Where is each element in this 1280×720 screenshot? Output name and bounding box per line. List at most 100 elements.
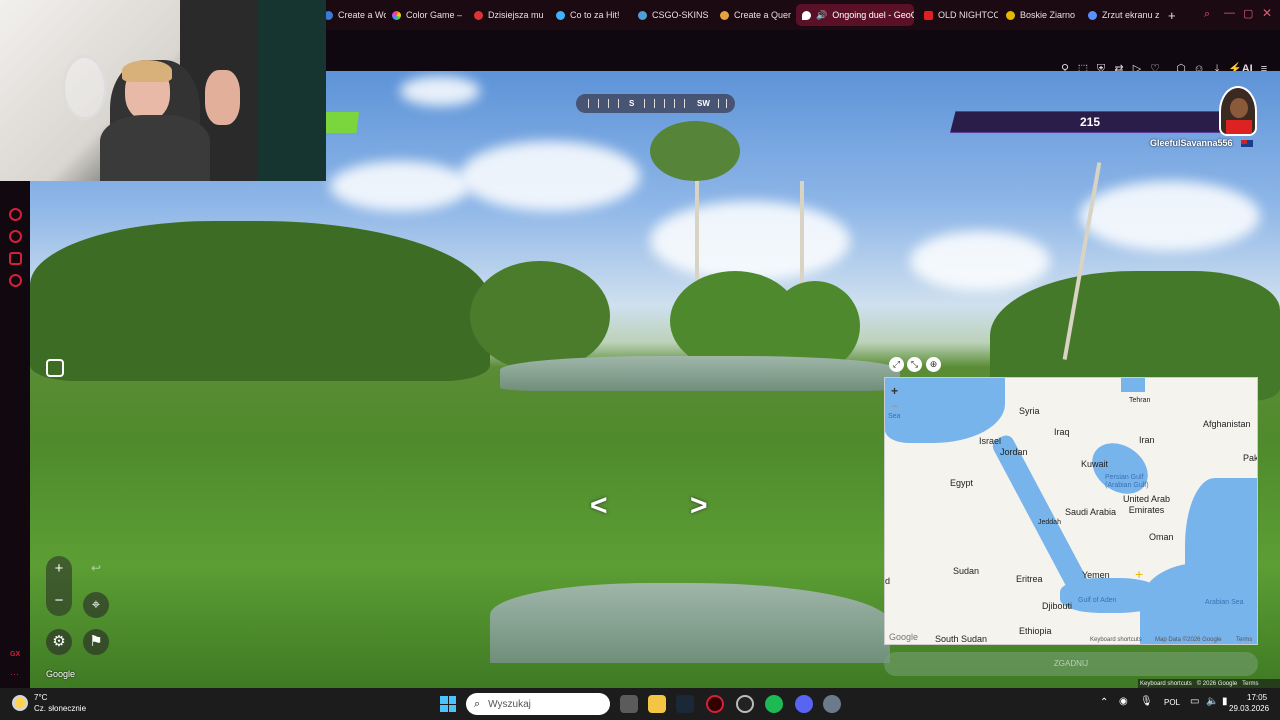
map-expand-icon[interactable]: ⤢ xyxy=(889,357,904,372)
copyright-text: © 2026 Google xyxy=(1196,680,1238,687)
weather-icon[interactable] xyxy=(12,695,28,711)
gx-logo-icon[interactable]: GX xyxy=(10,651,20,658)
map-label-saudi-arabia: Saudi Arabia xyxy=(1065,507,1117,517)
tab-label: Ongoing duel - GeoG xyxy=(832,10,914,20)
search-icon: ⌕ xyxy=(474,697,481,710)
map-pin-icon[interactable]: ⊕ xyxy=(926,357,941,372)
cloud xyxy=(650,201,850,281)
map-zoom-in-button[interactable]: + xyxy=(891,384,898,398)
tab[interactable]: Boskie Ziarno xyxy=(1000,4,1080,26)
compass-southwest: SW xyxy=(697,99,710,108)
person-shirt xyxy=(100,115,210,181)
tab[interactable]: Create a Quer xyxy=(714,4,794,26)
taskbar-search[interactable]: ⌕ Wyszukaj xyxy=(466,693,610,715)
map-label-jeddah: Jeddah xyxy=(1038,519,1061,526)
map-zoom-out-button[interactable]: − xyxy=(891,399,898,413)
tab-favicon-icon xyxy=(474,10,483,20)
flag-checkpoint-icon[interactable]: ⚑ xyxy=(83,629,109,655)
tab-label: Dzisiejsza mu xyxy=(488,10,544,20)
terms-link[interactable]: Terms xyxy=(1242,681,1258,687)
task-view-icon[interactable] xyxy=(620,695,638,713)
map-shrink-icon[interactable]: ⤡ xyxy=(907,357,922,372)
copy-location-icon[interactable] xyxy=(46,359,64,377)
tab-favicon-icon xyxy=(802,10,811,20)
speaker-icon: 🔊 xyxy=(816,9,828,20)
settings-app-icon[interactable] xyxy=(823,695,841,713)
network-icon[interactable]: ▭ xyxy=(1190,696,1199,707)
microphone-icon[interactable]: 🎙 xyxy=(1140,696,1153,707)
spotify-icon[interactable] xyxy=(765,695,783,713)
tab-favicon-icon xyxy=(392,10,401,20)
map-label-afghanistan: Afghanistan xyxy=(1203,419,1251,429)
tree xyxy=(470,261,610,371)
settings-gear-icon[interactable]: ⚙ xyxy=(46,629,72,655)
volume-icon[interactable]: 🔈 xyxy=(1206,696,1218,707)
tab-label: OLD NIGHTCO xyxy=(938,10,998,20)
zoom-out-button[interactable]: − xyxy=(46,588,72,614)
minimize-icon[interactable]: — xyxy=(1224,7,1235,19)
obs-icon[interactable] xyxy=(736,695,754,713)
map-label-iran: Iran xyxy=(1139,435,1155,445)
steam-icon[interactable] xyxy=(676,695,694,713)
map-label-south-sudan: South Sudan xyxy=(935,634,988,644)
tab-favicon-icon xyxy=(1006,10,1015,20)
clock-date[interactable]: 29.03.2026 xyxy=(1229,704,1269,713)
sidebar-history-icon[interactable] xyxy=(9,230,22,243)
tab[interactable]: Color Game – xyxy=(386,4,466,26)
tab[interactable]: Create a Worl xyxy=(318,4,386,26)
start-windows-icon[interactable] xyxy=(440,696,456,712)
cloud xyxy=(400,76,480,106)
guess-button[interactable]: ZGADNIJ xyxy=(884,652,1258,676)
maximize-icon[interactable]: ▢ xyxy=(1243,7,1253,20)
undo-icon[interactable]: ↩ xyxy=(91,561,101,575)
map-keyboard-shortcuts[interactable]: Keyboard shortcuts xyxy=(1090,637,1142,643)
cloud xyxy=(460,141,640,211)
arrow-left-button[interactable]: < xyxy=(590,489,608,523)
person-hair xyxy=(122,60,172,82)
opponent-flag-icon xyxy=(1241,140,1253,147)
more-icon[interactable]: ··· xyxy=(10,669,19,679)
opera-gx-icon[interactable] xyxy=(706,695,724,713)
cloud xyxy=(910,231,1050,291)
tab[interactable]: Zrzut ekranu z xyxy=(1082,4,1162,26)
discord-icon[interactable] xyxy=(795,695,813,713)
tab-favicon-icon xyxy=(556,10,565,20)
new-tab-button[interactable]: + xyxy=(1162,4,1180,26)
map-terms-link[interactable]: Terms xyxy=(1236,637,1252,643)
compass-south: S xyxy=(629,99,635,108)
keyboard-shortcuts-link[interactable]: Keyboard shortcuts xyxy=(1140,681,1192,687)
sidebar-settings-icon[interactable] xyxy=(9,274,22,287)
guess-map[interactable]: Syria Iraq Iran Afghanistan Israel Jorda… xyxy=(884,377,1258,645)
fan xyxy=(62,55,107,120)
language-indicator[interactable]: POL xyxy=(1164,698,1180,707)
mediterranean-sea xyxy=(885,378,1005,443)
file-explorer-icon[interactable] xyxy=(648,695,666,713)
map-label-eritrea: Eritrea xyxy=(1016,574,1043,584)
google-logo: Google xyxy=(46,669,76,679)
tab-label: Create a Quer xyxy=(734,10,792,20)
close-window-icon[interactable]: ✕ xyxy=(1262,6,1272,20)
tab[interactable]: Dzisiejsza mu xyxy=(468,4,546,26)
tab[interactable]: CSGO-SKINS xyxy=(632,4,712,26)
tab-active[interactable]: 🔊 Ongoing duel - GeoG xyxy=(796,4,914,26)
palm-grove xyxy=(30,221,490,381)
map-google-logo: Google xyxy=(889,632,919,642)
tray-app-icon[interactable]: ◉ xyxy=(1119,696,1128,707)
map-label-ethiopia: Ethiopia xyxy=(1019,626,1052,636)
search-tabs-icon[interactable]: ⌕ xyxy=(1204,8,1210,21)
sidebar-extensions-icon[interactable] xyxy=(9,252,22,265)
caspian-sea xyxy=(1121,378,1145,392)
tab[interactable]: Co to za Hit! xyxy=(550,4,628,26)
clock-time[interactable]: 17:05 xyxy=(1247,693,1267,702)
tab-label: CSGO-SKINS xyxy=(652,10,709,20)
battery-icon[interactable]: ▮ xyxy=(1222,696,1228,707)
sidebar-player-icon[interactable] xyxy=(9,208,22,221)
tab[interactable]: OLD NIGHTCO xyxy=(918,4,998,26)
zoom-in-button[interactable]: + xyxy=(46,556,72,582)
map-label-tehran: Tehran xyxy=(1129,397,1151,404)
chevron-up-icon[interactable]: ⌃ xyxy=(1100,697,1108,708)
return-to-start-icon[interactable]: ⌖ xyxy=(83,592,109,618)
arrow-right-button[interactable]: > xyxy=(690,489,708,523)
street-attribution: Keyboard shortcuts © 2026 Google Terms xyxy=(1138,679,1280,688)
cloud xyxy=(330,161,470,211)
